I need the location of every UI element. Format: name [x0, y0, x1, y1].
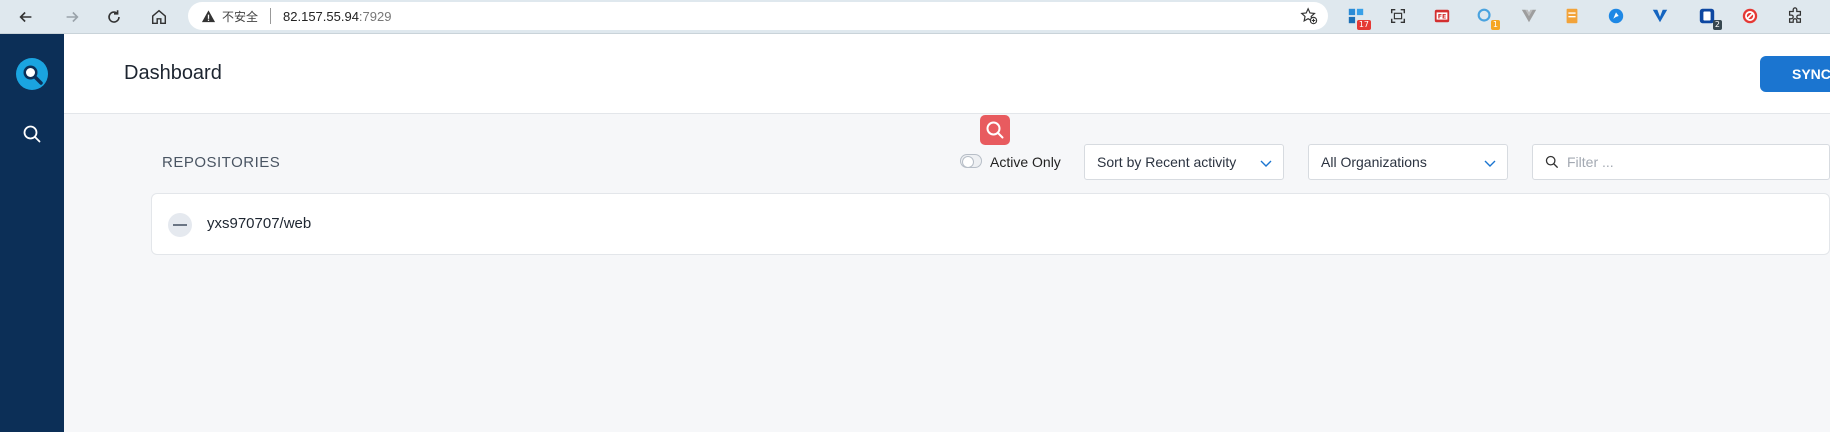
arrow-right-icon: [66, 11, 79, 23]
repo-status-icon: [168, 213, 192, 237]
home-button[interactable]: [145, 3, 173, 31]
forward-button[interactable]: [58, 3, 86, 31]
reload-icon: [108, 10, 120, 23]
extension-badge: 1: [1490, 20, 1500, 30]
page-title: Dashboard: [124, 62, 222, 84]
search-icon: [1545, 155, 1558, 168]
filter-input[interactable]: [1567, 154, 1807, 170]
arrow-left-icon: [19, 11, 32, 23]
sort-select-value: Sort by Recent activity: [1097, 154, 1237, 170]
search-extension-icon[interactable]: 1: [1474, 5, 1500, 30]
warning-icon: [200, 8, 216, 24]
browser-toolbar: 不安全 82.157.55.94:7929 17 FE 1 2: [0, 0, 1830, 34]
chevron-down-icon: [1484, 160, 1496, 167]
extension-badge: 17: [1356, 20, 1371, 30]
extension-badge: 2: [1712, 20, 1722, 30]
floating-search-button[interactable]: [980, 115, 1010, 145]
url-host: 82.157.55.94: [283, 8, 359, 24]
fe-extension-icon[interactable]: FE: [1431, 5, 1453, 27]
sidebar: [0, 34, 64, 432]
chevron-down-icon: [1260, 160, 1272, 167]
repository-name[interactable]: yxs970707/web: [207, 215, 311, 232]
sidebar-search-icon[interactable]: [22, 124, 42, 144]
svg-text:FE: FE: [1438, 14, 1447, 21]
sync-button[interactable]: SYNC: [1760, 56, 1830, 92]
notes-extension-icon[interactable]: [1561, 5, 1583, 27]
search-icon: [986, 121, 1004, 139]
vue-devtools-icon[interactable]: [1518, 5, 1540, 27]
organization-select-value: All Organizations: [1321, 154, 1427, 170]
page-header: Dashboard SYNC: [64, 34, 1830, 114]
dashboard-extension-icon[interactable]: 2: [1696, 5, 1722, 30]
extension-icon[interactable]: 17: [1345, 5, 1371, 30]
extensions-puzzle-icon[interactable]: [1784, 5, 1806, 27]
active-only-label: Active Only: [990, 154, 1061, 170]
app-logo[interactable]: [14, 56, 50, 92]
repositories-heading: REPOSITORIES: [162, 154, 281, 171]
address-bar[interactable]: 不安全 82.157.55.94:7929: [188, 2, 1328, 30]
sort-select[interactable]: Sort by Recent activity: [1084, 144, 1284, 180]
insecure-label: 不安全: [222, 9, 259, 24]
filter-field[interactable]: [1532, 144, 1830, 180]
v-extension-icon[interactable]: [1649, 5, 1671, 27]
url-port: :7929: [358, 8, 392, 24]
url-separator: [270, 8, 272, 24]
screenshot-icon[interactable]: [1387, 5, 1409, 27]
active-only-toggle[interactable]: [960, 154, 982, 168]
organization-select[interactable]: All Organizations: [1308, 144, 1508, 180]
block-extension-icon[interactable]: [1739, 5, 1761, 27]
back-button[interactable]: [12, 3, 40, 31]
home-icon: [151, 9, 167, 25]
reload-button[interactable]: [100, 3, 128, 31]
add-favorite-icon[interactable]: [1300, 7, 1318, 25]
repository-row[interactable]: yxs970707/web: [151, 193, 1830, 255]
browse-extension-icon[interactable]: [1605, 5, 1627, 27]
